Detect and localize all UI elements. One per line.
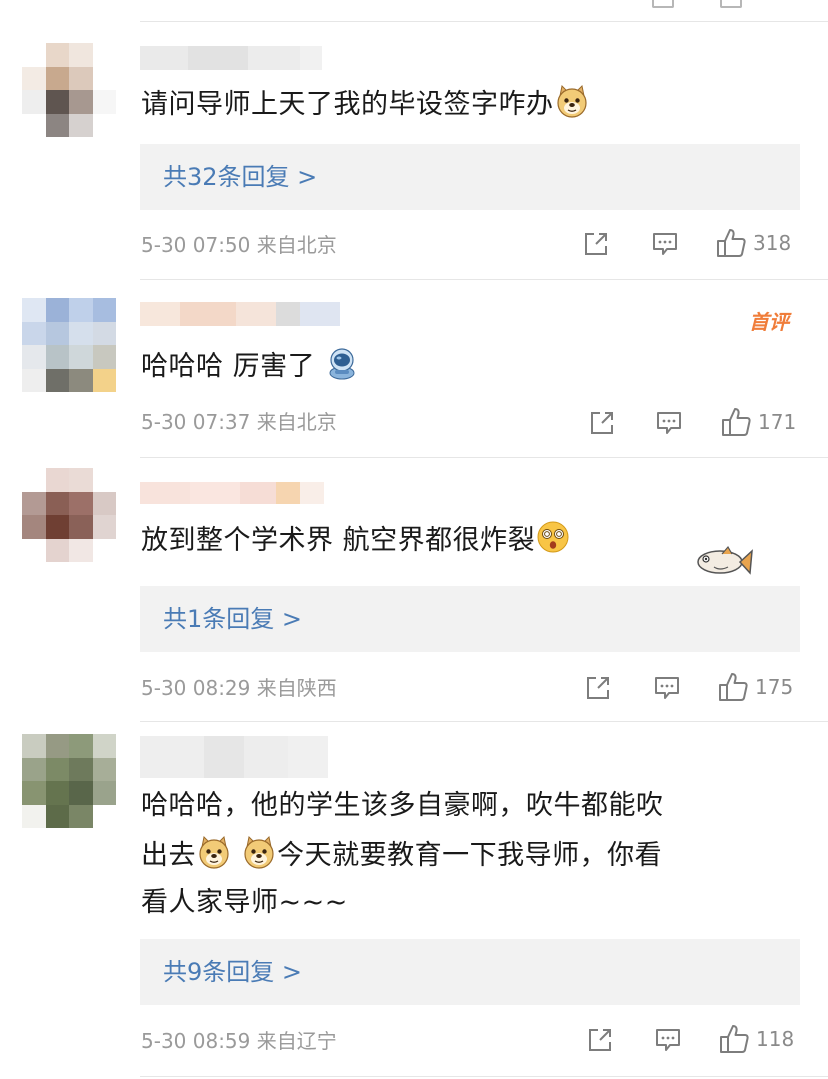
comment-text-body: 哈哈哈 厉害了 [141,351,316,382]
view-replies-label: 共1条回复 > [163,605,303,633]
username-blurred[interactable] [140,482,324,504]
like-button[interactable]: 171 [720,406,796,438]
share-button[interactable] [586,1026,614,1054]
view-replies-button[interactable]: 共1条回复 > [140,586,800,652]
comment-item: 请问导师上天了我的毕设签字咋办 共32条回复 > 5-30 07:50 来自北京… [0,22,828,280]
comment-text: 哈哈哈 厉害了 [141,346,360,388]
comment-location: 来自辽宁 [256,1029,337,1053]
share-icon [588,409,616,437]
comment-item: 哈哈哈，他的学生该多自豪啊，吹牛都能吹 出去 今天就要教育一下我导师，你看 看人… [0,722,828,1079]
share-button[interactable] [588,409,616,437]
view-replies-button[interactable]: 共32条回复 > [140,144,800,210]
comment-time: 5-30 07:37 [141,410,251,434]
comment-text-line: 看人家导师~~~ [141,882,348,924]
avatar[interactable] [22,468,116,562]
comment-text-line: 出去 今天就要教育一下我导师，你看 [141,835,662,877]
share-button[interactable] [584,674,612,702]
share-button[interactable] [582,230,610,258]
comment-time: 5-30 08:59 [141,1029,251,1053]
comment-meta: 5-30 08:59 来自辽宁 [141,1027,337,1055]
reply-button[interactable] [654,1026,682,1054]
avatar[interactable] [22,298,116,392]
username-blurred[interactable] [140,46,322,70]
like-count: 175 [755,675,794,699]
like-button[interactable]: 118 [718,1023,794,1055]
comment-time: 5-30 08:29 [141,676,251,700]
reply-button[interactable] [655,409,683,437]
doge-emoji [242,835,276,869]
username-blurred[interactable] [140,302,340,326]
comment-icon [651,230,679,258]
like-button[interactable]: 175 [717,671,793,703]
view-replies-label: 共9条回复 > [163,958,303,986]
fish-sticker-icon [697,545,753,575]
like-button[interactable]: 318 [715,227,791,259]
share-icon [586,1026,614,1054]
like-count: 318 [753,231,792,255]
like-count: 118 [756,1027,795,1051]
like-icon [715,227,747,259]
doge-emoji [555,84,589,118]
comment-text-body: 出去 [141,840,196,871]
comment-icon [655,409,683,437]
like-icon [720,406,752,438]
dizzy-face-emoji [536,520,570,554]
comment-meta: 5-30 08:29 来自陕西 [141,674,337,702]
comment-text-line: 哈哈哈，他的学生该多自豪啊，吹牛都能吹 [141,785,664,827]
reply-button[interactable] [653,674,681,702]
doge-emoji [197,835,231,869]
share-icon [582,230,610,258]
share-icon [584,674,612,702]
comment-location: 来自北京 [256,410,337,434]
astronaut-emoji [325,346,359,380]
comment-text-body: 请问导师上天了我的毕设签字咋办 [141,89,554,120]
comment-item: 首评 哈哈哈 厉害了 5-30 07:37 来自北京 171 [0,280,828,458]
comment-text-body: 放到整个学术界 航空界都很炸裂 [141,525,536,556]
view-replies-label: 共32条回复 > [163,163,318,191]
like-count: 171 [758,410,797,434]
comment-meta: 5-30 07:50 来自北京 [141,231,337,259]
reply-button[interactable] [651,230,679,258]
comment-text: 放到整个学术界 航空界都很炸裂 [141,520,571,562]
like-icon [717,671,749,703]
username-blurred[interactable] [140,736,328,778]
avatar[interactable] [22,43,116,137]
comment-location: 来自陕西 [256,676,337,700]
view-replies-button[interactable]: 共9条回复 > [140,939,800,1005]
previous-comment-fragment [0,0,828,22]
comment-icon [653,674,681,702]
like-icon[interactable] [720,0,742,8]
avatar[interactable] [22,734,116,828]
divider [140,1076,828,1077]
comment-text-body: 看人家导师~~~ [141,887,348,918]
comment-text-body: 哈哈哈，他的学生该多自豪啊，吹牛都能吹 [141,790,664,821]
comment-time: 5-30 07:50 [141,233,251,257]
comment-text: 请问导师上天了我的毕设签字咋办 [141,84,590,126]
like-icon [718,1023,750,1055]
comment-text-body: 今天就要教育一下我导师，你看 [277,840,663,871]
first-comment-badge: 首评 [749,310,789,334]
comment-icon[interactable] [652,0,674,8]
comment-location: 来自北京 [256,233,337,257]
comment-icon [654,1026,682,1054]
comment-meta: 5-30 07:37 来自北京 [141,408,337,436]
comment-item: 放到整个学术界 航空界都很炸裂 共1条回复 > 5-30 08:29 来自陕西 … [0,458,828,722]
